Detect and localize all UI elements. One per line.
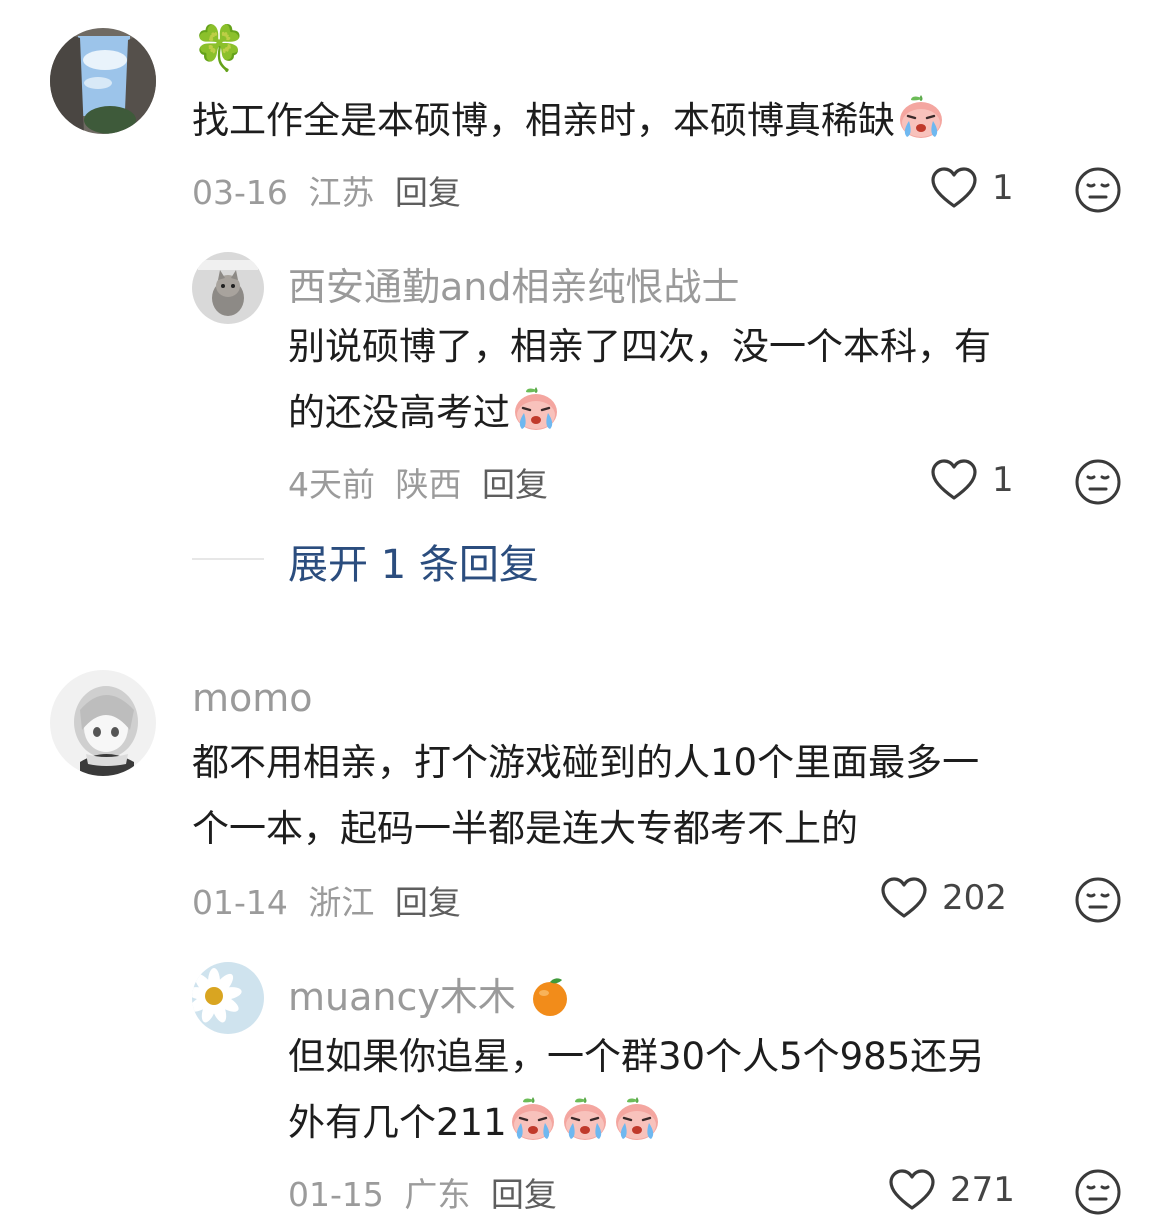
reply-username-text[interactable]: muancy木木	[288, 975, 516, 1019]
reply-location: 陕西	[395, 465, 462, 504]
reply-button[interactable]: 回复	[482, 465, 548, 504]
expand-replies-link[interactable]: 展开 1 条回复	[288, 532, 539, 590]
like-count: 271	[950, 1170, 1015, 1210]
like-count: 1	[992, 460, 1014, 500]
reply-text: 别说硕博了，相亲了四次，没一个本科，有 的还没高考过	[288, 314, 991, 446]
reply-text-line2: 外有几个211	[288, 1090, 984, 1156]
reply-avatar[interactable]	[192, 962, 264, 1034]
heart-outline-icon	[930, 458, 978, 502]
reply-date: 4天前	[288, 465, 375, 504]
comment-meta: 01-14 浙江 回复	[192, 876, 461, 924]
comment-text: 找工作全是本硕博，相亲时，本硕博真稀缺	[192, 88, 947, 154]
heart-outline-icon	[888, 1168, 936, 1212]
neutral-face-icon[interactable]	[1074, 1168, 1122, 1216]
reply-button[interactable]: 回复	[491, 1175, 557, 1214]
orange-emoji	[532, 978, 567, 1016]
crying-peach-emoji	[507, 1093, 559, 1145]
reply-button[interactable]: 回复	[395, 173, 461, 212]
avatar-daisy-image	[192, 962, 264, 1034]
avatar-cat-image	[192, 252, 264, 324]
comment-text-line2: 个一本，起码一半都是连大专都考不上的	[192, 807, 858, 850]
comment-username[interactable]: 🍀	[192, 22, 247, 74]
reply-button[interactable]: 回复	[395, 883, 461, 922]
reply-text: 但如果你追星，一个群30个人5个985还另 外有几个211	[288, 1024, 984, 1156]
comment-meta: 03-16 江苏 回复	[192, 166, 461, 214]
crying-peach-emoji	[611, 1093, 663, 1145]
heart-outline-icon	[930, 166, 978, 210]
reply-avatar[interactable]	[192, 252, 264, 324]
comment-location: 浙江	[308, 883, 375, 922]
like-button[interactable]: 1	[930, 458, 1014, 502]
avatar[interactable]	[50, 670, 156, 776]
like-button[interactable]: 202	[880, 876, 1007, 920]
reply-text-line1: 但如果你追星，一个群30个人5个985还另	[288, 1035, 985, 1078]
reply-username[interactable]: muancy木木	[288, 966, 572, 1021]
avatar[interactable]	[50, 28, 156, 134]
comment-date: 03-16	[192, 173, 288, 212]
crying-peach-emoji	[559, 1093, 611, 1145]
comment-username[interactable]: momo	[192, 676, 313, 720]
like-button[interactable]: 271	[888, 1168, 1015, 1212]
comment-text: 都不用相亲，打个游戏碰到的人10个里面最多一 个一本，起码一半都是连大专都考不上…	[192, 730, 979, 862]
reply-text-line1: 别说硕博了，相亲了四次，没一个本科，有	[288, 325, 991, 368]
reply-location: 广东	[404, 1175, 471, 1214]
like-button[interactable]: 1	[930, 166, 1014, 210]
reply-text-line2-content: 的还没高考过	[288, 391, 510, 434]
comment-location: 江苏	[308, 173, 375, 212]
neutral-face-icon[interactable]	[1074, 458, 1122, 506]
comment-text-line1: 都不用相亲，打个游戏碰到的人10个里面最多一	[192, 741, 980, 784]
reply-date: 01-15	[288, 1175, 384, 1214]
heart-outline-icon	[880, 876, 928, 920]
reply-meta: 4天前 陕西 回复	[288, 458, 548, 506]
reply-username[interactable]: 西安通勤and相亲纯恨战士	[288, 256, 740, 311]
neutral-face-icon[interactable]	[1074, 876, 1122, 924]
expand-divider	[192, 558, 264, 560]
neutral-face-icon[interactable]	[1074, 166, 1122, 214]
reply-text-line2-content: 外有几个211	[288, 1101, 507, 1144]
avatar-anime-girl-image	[50, 670, 156, 776]
like-count: 1	[992, 168, 1014, 208]
comment-date: 01-14	[192, 883, 288, 922]
comment-text-content: 找工作全是本硕博，相亲时，本硕博真稀缺	[192, 99, 895, 142]
avatar-sky-image	[50, 28, 156, 134]
like-count: 202	[942, 878, 1007, 918]
reply-text-line2: 的还没高考过	[288, 380, 991, 446]
reply-meta: 01-15 广东 回复	[288, 1168, 557, 1216]
crying-peach-emoji	[510, 383, 562, 435]
crying-peach-emoji	[895, 91, 947, 143]
